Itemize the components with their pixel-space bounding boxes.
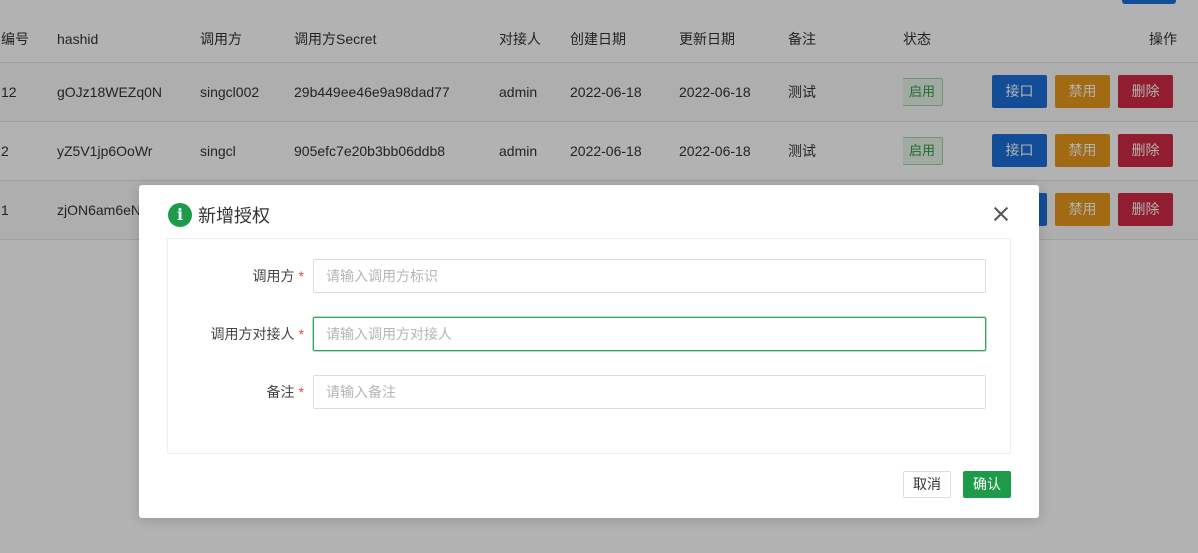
form-row-remark: 备注 *: [168, 375, 1012, 409]
caller-label: 调用方 *: [252, 268, 304, 284]
caller-input[interactable]: [313, 259, 986, 293]
required-mark: *: [298, 268, 304, 284]
close-icon[interactable]: [993, 206, 1009, 222]
add-authorization-dialog: i 新增授权 调用方* 调用方对接人* 备注* 取消 确认: [139, 185, 1039, 518]
dialog-header: i 新增授权: [168, 203, 270, 227]
remark-label: 备注 *: [266, 384, 304, 400]
info-icon: i: [168, 203, 192, 227]
dialog-title: 新增授权: [198, 206, 270, 226]
required-mark: *: [298, 384, 304, 400]
required-mark: *: [298, 326, 304, 342]
form-row-contact: 调用方对接人 *: [168, 317, 1012, 351]
cancel-button[interactable]: 取消: [903, 471, 951, 498]
contact-input[interactable]: [313, 317, 986, 351]
remark-input[interactable]: [313, 375, 986, 409]
confirm-button[interactable]: 确认: [963, 471, 1011, 498]
contact-label: 调用方对接人 *: [210, 326, 304, 342]
form-row-caller: 调用方 *: [168, 259, 1012, 293]
auth-form: 调用方* 调用方对接人* 备注*: [167, 238, 1011, 454]
